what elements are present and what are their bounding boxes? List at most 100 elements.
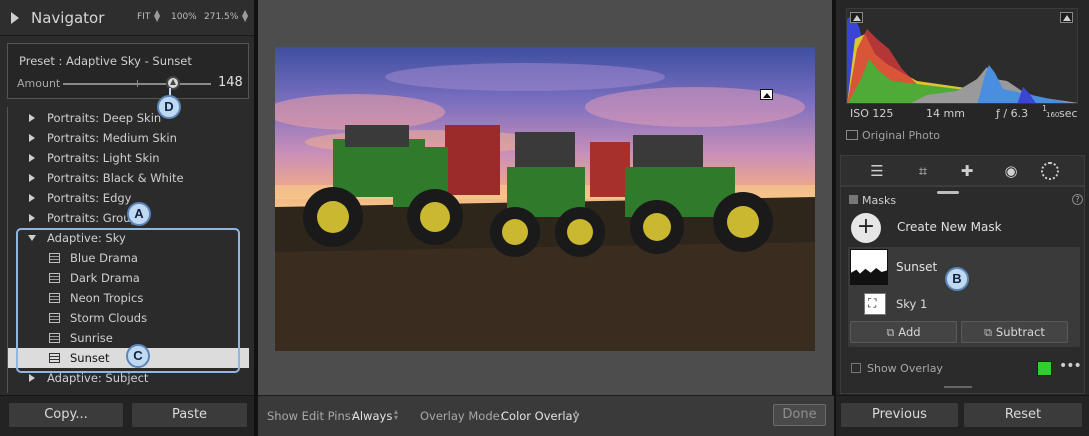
subtract-label: Subtract	[995, 325, 1045, 339]
mask-name: Sunset	[896, 260, 938, 274]
preset-group-label: Portraits: Deep Skin	[47, 111, 162, 125]
more-options-icon[interactable]: •••	[1059, 358, 1082, 374]
mask-component-name[interactable]: Sky 1	[896, 297, 927, 311]
expand-arrow-icon	[29, 174, 35, 182]
preset-group-label: Portraits: Light Skin	[47, 151, 160, 165]
photo-illustration	[275, 63, 815, 351]
histogram-graph	[847, 15, 1077, 103]
panel-resize-grip[interactable]	[944, 386, 972, 388]
expand-arrow-icon	[29, 154, 35, 162]
preset-group-label: Adaptive: Subject	[47, 371, 149, 385]
masks-panel: Masks ? + Create New Mask Sunset Sky 1 ⧉…	[840, 186, 1085, 394]
zoom-fit-arrows-icon: ▲ ▼	[154, 8, 161, 23]
sliders-icon[interactable]: ☰	[867, 161, 887, 181]
shadow-clipping-icon[interactable]	[850, 12, 863, 23]
collapse-triangle-icon[interactable]	[11, 12, 19, 24]
exif-focal: 14 mm	[926, 107, 965, 120]
callout-a: A	[127, 202, 151, 226]
right-panel: ISO 125 14 mm ƒ / 6.3 1 160 sec Original…	[836, 0, 1089, 436]
red-eye-icon[interactable]: ◉	[1001, 161, 1021, 181]
zoom-custom-arrows-icon: ▲ ▼	[242, 8, 249, 23]
edit-pin-icon[interactable]	[760, 89, 773, 100]
overlay-color-swatch[interactable]	[1037, 361, 1052, 376]
navigator-title: Navigator	[31, 9, 105, 27]
sky-component-icon	[864, 293, 886, 315]
preset-group[interactable]: Portraits: Black & White	[8, 168, 249, 188]
copy-button[interactable]: Copy...	[8, 402, 124, 428]
exif-iso: ISO 125	[850, 107, 894, 120]
left-bottom-bar: Copy... Paste	[0, 395, 254, 436]
preset-group-label: Portraits: Black & White	[47, 171, 184, 185]
preset-group[interactable]: Portraits: Deep Skin	[8, 108, 249, 128]
expand-arrow-icon	[29, 134, 35, 142]
paste-button[interactable]: Paste	[131, 402, 248, 428]
overlay-mode-dropdown-icon: ▴ ▾	[574, 407, 579, 422]
exif-shutter-unit: sec	[1059, 107, 1078, 120]
original-photo-icon	[846, 130, 858, 140]
masks-header: Masks ?	[849, 193, 1083, 209]
preset-group-label: Portraits: Medium Skin	[47, 131, 177, 145]
subtract-mask-button[interactable]: ⧉ Subtract	[961, 321, 1068, 343]
navigator-header[interactable]: Navigator FIT ▲ ▼ 100% 271.5% ▲ ▼	[0, 0, 254, 36]
create-new-mask-label: Create New Mask	[897, 220, 1002, 234]
overlay-mode-select[interactable]: Color Overlay	[501, 409, 579, 423]
preset-amount-panel: Preset : Adaptive Sky - Sunset Amount 14…	[7, 43, 249, 99]
mask-thumbnail	[850, 249, 888, 285]
expand-arrow-icon	[29, 194, 35, 202]
edit-pins-select[interactable]: Always	[352, 409, 392, 423]
add-label: Add	[898, 325, 921, 339]
preset-group-label: Portraits: Edgy	[47, 191, 132, 205]
preset-group[interactable]: Portraits: Light Skin	[8, 148, 249, 168]
callout-c: C	[126, 344, 150, 368]
show-overlay-label: Show Overlay	[867, 362, 943, 375]
zoom-fit[interactable]: FIT	[137, 12, 150, 22]
overlay-mode-label: Overlay Mode:	[420, 409, 504, 423]
amount-slider-tick	[137, 80, 138, 87]
crop-icon[interactable]: ⌗	[913, 161, 933, 181]
done-button[interactable]: Done	[773, 404, 826, 426]
image-toolbar: Show Edit Pins: Always ▴ ▾ Overlay Mode: …	[258, 395, 834, 436]
histogram[interactable]	[846, 8, 1078, 104]
subtract-icon: ⧉	[984, 326, 992, 339]
photo-tractors-sunset[interactable]	[275, 47, 815, 351]
exif-aperture: ƒ / 6.3	[996, 107, 1029, 120]
plus-icon: +	[851, 213, 881, 243]
image-view: Show Edit Pins: Always ▴ ▾ Overlay Mode: …	[258, 0, 834, 436]
expand-arrow-icon	[29, 374, 35, 382]
masks-title: Masks	[862, 194, 897, 207]
amount-label: Amount	[17, 77, 61, 90]
add-icon: ⧉	[886, 326, 895, 339]
reset-button[interactable]: Reset	[963, 402, 1083, 428]
show-overlay-checkbox[interactable]	[851, 363, 861, 373]
edit-pins-label: Show Edit Pins:	[267, 409, 355, 423]
original-photo-toggle[interactable]: Original Photo	[846, 129, 940, 142]
show-overlay-row: Show Overlay •••	[849, 358, 1082, 377]
masks-toggle-icon[interactable]	[849, 195, 858, 204]
previous-button[interactable]: Previous	[840, 402, 959, 428]
help-icon[interactable]: ?	[1072, 194, 1083, 205]
exif-shutter-denominator: 160	[1046, 111, 1060, 119]
original-photo-label: Original Photo	[862, 129, 940, 142]
edit-pins-dropdown-icon: ▴ ▾	[394, 407, 399, 422]
tool-strip: ☰ ⌗ ✚ ◉	[840, 155, 1085, 186]
highlight-clipping-icon[interactable]	[1060, 12, 1073, 23]
healing-icon[interactable]: ✚	[957, 161, 977, 181]
preset-group[interactable]: Portraits: Edgy	[8, 188, 249, 208]
preset-group-label: Portraits: Group	[47, 211, 138, 225]
masking-icon[interactable]	[1041, 162, 1059, 180]
add-mask-button[interactable]: ⧉ Add	[850, 321, 957, 343]
zoom-100[interactable]: 100%	[171, 12, 197, 22]
callout-d: D	[157, 95, 181, 119]
amount-slider-thumb[interactable]	[165, 76, 180, 90]
mask-item-sunset[interactable]: Sunset Sky 1 ⧉Add ⧉Subtract	[848, 247, 1080, 347]
amount-value[interactable]: 148	[218, 75, 243, 90]
right-bottom-bar: Previous Reset	[836, 395, 1089, 436]
preset-name: Preset : Adaptive Sky - Sunset	[19, 54, 192, 68]
create-new-mask-button[interactable]: + Create New Mask	[849, 212, 1081, 244]
exif-info: ISO 125 14 mm ƒ / 6.3 1 160 sec	[846, 104, 1078, 124]
zoom-custom[interactable]: 271.5%	[204, 12, 238, 22]
expand-arrow-icon	[29, 214, 35, 222]
callout-b: B	[945, 267, 969, 291]
left-panel: Navigator FIT ▲ ▼ 100% 271.5% ▲ ▼ Preset :…	[0, 0, 256, 436]
preset-group[interactable]: Portraits: Medium Skin	[8, 128, 249, 148]
